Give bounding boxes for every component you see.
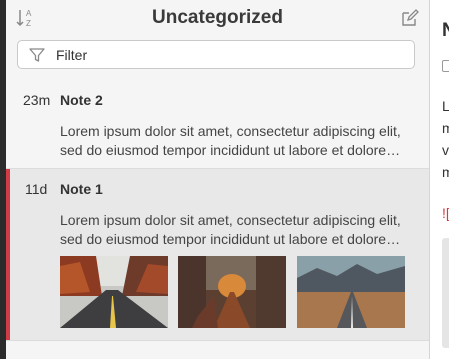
filter-input[interactable] — [56, 45, 396, 65]
note-title: Note 1 — [60, 181, 103, 197]
note-list-header: A Z Uncategorized — [6, 0, 429, 38]
editor-text-line: m — [442, 120, 449, 136]
editor-text-line: v — [442, 142, 449, 158]
editor-title: N — [442, 20, 449, 41]
page-title: Uncategorized — [152, 7, 283, 28]
divider — [6, 340, 429, 341]
note-thumbnails — [60, 256, 410, 328]
editor-text-line: L — [442, 98, 449, 114]
note-age: 11d — [25, 181, 48, 197]
note-excerpt: Lorem ipsum dolor sit amet, consectetur … — [60, 123, 401, 158]
editor-image-markdown: ![ — [442, 205, 449, 221]
thumbnail-forest-path[interactable] — [178, 256, 286, 328]
note-list-item[interactable]: 23m Note 2 Lorem ipsum dolor sit amet, c… — [6, 78, 429, 169]
compose-icon[interactable] — [400, 8, 420, 28]
selection-indicator — [6, 169, 10, 340]
toolbar-icon[interactable] — [442, 60, 449, 72]
thumbnail-mountain-road[interactable] — [297, 256, 405, 328]
note-excerpt: Lorem ipsum dolor sit amet, consectetur … — [60, 212, 401, 247]
note-list-item-selected[interactable]: 11d Note 1 Lorem ipsum dolor sit amet, c… — [6, 169, 429, 340]
filter-field[interactable] — [17, 40, 415, 69]
note-title: Note 2 — [60, 92, 103, 108]
filter-funnel-icon — [29, 48, 45, 62]
editor-text-line: m — [442, 164, 449, 180]
editor-image-preview — [442, 238, 449, 348]
editor-panel[interactable]: N L m v m ![ — [430, 0, 449, 359]
thumbnail-autumn-road[interactable] — [60, 256, 168, 328]
note-list-panel: A Z Uncategorized 23m Note 2 Lorem ipsum… — [6, 0, 429, 359]
note-age: 23m — [23, 92, 51, 108]
